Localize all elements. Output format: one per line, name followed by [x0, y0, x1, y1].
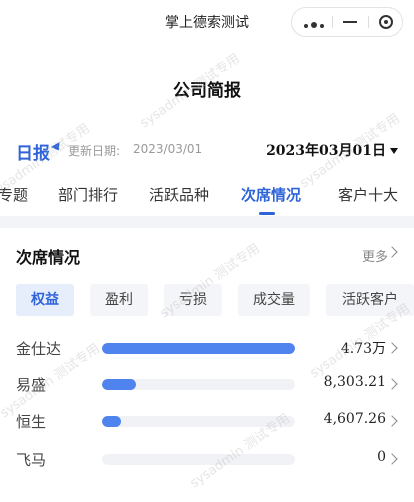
filter-loss[interactable]: 亏损 — [164, 284, 222, 316]
ranking-bar-track — [102, 454, 295, 465]
date-picker[interactable]: 2023年03月01日 — [266, 140, 398, 160]
tab-secondary-seats[interactable]: 次席情况 — [241, 184, 301, 205]
ranking-bar-fill — [102, 379, 136, 390]
ranking-row[interactable]: 金仕达 4.73万 — [0, 335, 414, 363]
ranking-name: 飞马 — [16, 451, 47, 469]
more-dots-icon — [303, 13, 326, 32]
filter-equity[interactable]: 权益 — [16, 284, 74, 316]
section-divider — [0, 216, 414, 228]
selected-date: 2023年03月01日 — [266, 143, 386, 159]
chevron-right-icon — [386, 378, 398, 390]
tab-active-varieties[interactable]: 活跃品种 — [149, 184, 209, 205]
ranking-bar-fill — [102, 416, 121, 427]
active-tab-indicator — [259, 212, 275, 215]
ranking-row[interactable]: 恒生 4,607.26 — [0, 408, 414, 436]
update-date-value: 2023/03/01 — [133, 142, 203, 156]
ranking-name: 易盛 — [16, 376, 47, 394]
more-options-button[interactable] — [296, 8, 332, 36]
ranking-bar-fill — [102, 343, 295, 354]
ranking-value: 0 — [377, 449, 386, 465]
ranking-value: 8,303.21 — [323, 374, 386, 390]
card-title: 次席情况 — [16, 248, 81, 267]
secondary-seats-card: 次席情况 更多 权益 盈利 亏损 成交量 活跃客户 金仕达 4.73万 易盛 8… — [0, 228, 414, 502]
more-link[interactable]: 更多 — [362, 246, 388, 265]
mini-program-capsule — [291, 7, 403, 37]
ranking-row[interactable]: 飞马 0 — [0, 446, 414, 474]
ranking-value: 4,607.26 — [323, 411, 386, 427]
chevron-right-icon — [386, 415, 398, 427]
chevron-right-icon — [386, 453, 398, 465]
ranking-name: 恒生 — [16, 413, 47, 431]
chevron-right-icon — [386, 246, 398, 258]
ranking-bar-track — [102, 416, 295, 427]
ranking-name: 金仕达 — [16, 340, 62, 358]
ranking-value: 4.73万 — [340, 341, 386, 357]
tab-special-topic[interactable]: 专题 — [0, 184, 28, 205]
update-date-label: 更新日期: — [68, 144, 121, 158]
report-date-row: 日报 更新日期: 2023/03/01 2023年03月01日 — [0, 136, 414, 166]
top-navigation-bar: 掌上德索测试 — [0, 0, 414, 44]
report-type-caret-icon — [50, 141, 64, 154]
minimize-button[interactable] — [332, 8, 368, 36]
chevron-right-icon — [386, 342, 398, 354]
ranking-row[interactable]: 易盛 8,303.21 — [0, 371, 414, 399]
filter-profit[interactable]: 盈利 — [90, 284, 148, 316]
tab-top-ten-clients[interactable]: 客户十大 — [338, 184, 398, 205]
page-title: 公司简报 — [173, 81, 241, 101]
close-circle-icon — [379, 15, 393, 29]
minimize-icon — [343, 21, 357, 23]
ranking-bar-track — [102, 379, 295, 390]
filter-active-clients[interactable]: 活跃客户 — [326, 284, 414, 316]
close-button[interactable] — [368, 8, 404, 36]
date-caret-icon — [390, 148, 398, 154]
filter-volume[interactable]: 成交量 — [238, 284, 310, 316]
report-type-selector[interactable]: 日报 — [16, 139, 50, 164]
section-tabs: 专题 部门排行 活跃品种 次席情况 客户十大 — [0, 170, 414, 216]
tab-department-ranking[interactable]: 部门排行 — [58, 184, 118, 205]
ranking-bar-track — [102, 343, 295, 354]
